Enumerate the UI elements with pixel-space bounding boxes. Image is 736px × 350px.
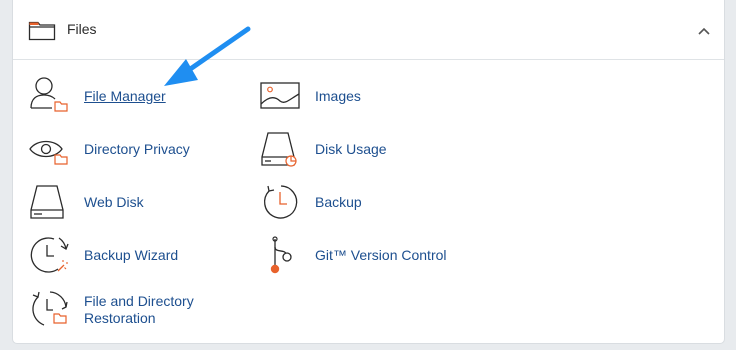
eye-folder-icon [29,140,68,165]
item-directory-privacy[interactable]: Directory Privacy [28,127,228,171]
item-label[interactable]: Images [315,88,361,105]
item-file-directory-restoration[interactable]: File and Directory Restoration [28,287,228,331]
item-label[interactable]: File Manager [84,88,166,105]
item-label[interactable]: Web Disk [84,194,144,211]
clock-wand-icon [30,237,69,273]
files-panel: Files File Manager Images Directory Priv… [12,0,725,344]
files-panel-header[interactable]: Files [13,0,724,60]
item-backup[interactable]: Backup [259,180,459,224]
collapse-button[interactable] [692,20,716,42]
item-label[interactable]: Backup [315,194,362,211]
item-backup-wizard[interactable]: Backup Wizard [28,233,228,277]
item-file-manager[interactable]: File Manager [28,74,228,118]
user-folder-icon [30,77,68,112]
item-web-disk[interactable]: Web Disk [28,180,228,224]
item-label-line1[interactable]: File and Directory [84,293,194,310]
clock-restore-icon [263,185,298,219]
item-label[interactable]: Disk Usage [315,141,387,158]
item-label[interactable]: Git™ Version Control [315,247,447,264]
image-icon [260,82,300,109]
item-images[interactable]: Images [259,74,459,118]
clock-folder-icon [32,291,68,326]
chevron-up-icon [698,27,710,35]
hard-drive-icon [30,185,64,219]
folder-icon [28,21,56,41]
item-label-line2[interactable]: Restoration [84,310,156,327]
disk-pie-icon [261,132,297,167]
section-title: Files [67,21,97,37]
item-label[interactable]: Backup Wizard [84,247,178,264]
git-branch-icon [270,236,292,274]
item-git-version-control[interactable]: Git™ Version Control [259,233,479,277]
item-label[interactable]: Directory Privacy [84,141,190,158]
item-disk-usage[interactable]: Disk Usage [259,127,459,171]
